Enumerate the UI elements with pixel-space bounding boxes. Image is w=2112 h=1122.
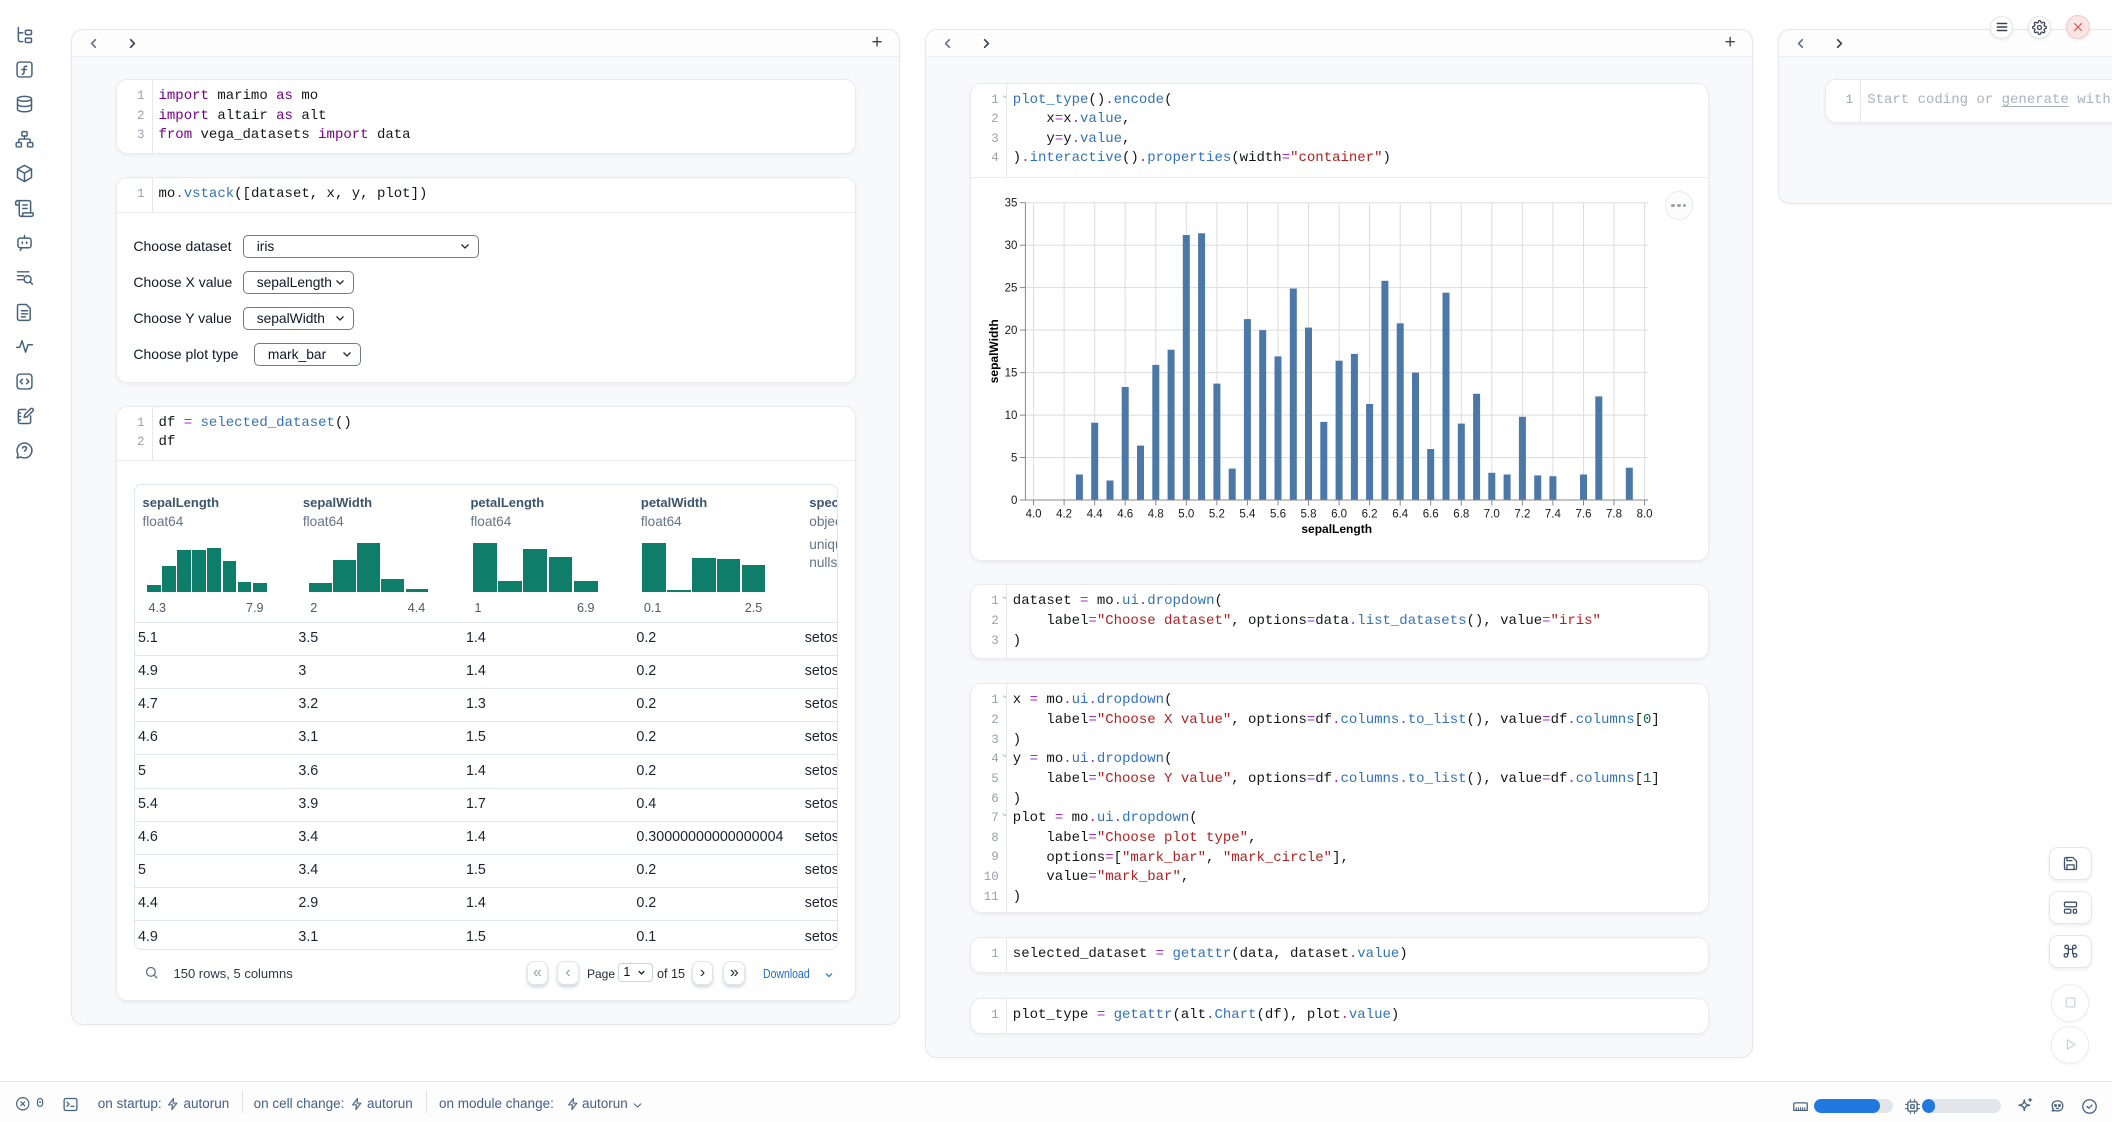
svg-text:4.8: 4.8 — [1148, 509, 1164, 521]
svg-text:7.8: 7.8 — [1606, 509, 1622, 521]
svg-text:sepalLength: sepalLength — [1301, 522, 1372, 536]
svg-text:5: 5 — [1011, 453, 1017, 465]
svg-text:4.6: 4.6 — [1117, 509, 1133, 521]
svg-text:25: 25 — [1005, 283, 1018, 295]
svg-text:7.4: 7.4 — [1545, 509, 1562, 521]
svg-text:5.6: 5.6 — [1270, 509, 1286, 521]
svg-text:15: 15 — [1005, 368, 1018, 380]
svg-text:6.8: 6.8 — [1453, 509, 1469, 521]
svg-text:5.0: 5.0 — [1178, 509, 1194, 521]
svg-text:6.2: 6.2 — [1362, 509, 1378, 521]
svg-text:6.0: 6.0 — [1331, 509, 1347, 521]
svg-text:30: 30 — [1005, 240, 1018, 252]
svg-text:5.4: 5.4 — [1239, 509, 1256, 521]
svg-text:7.2: 7.2 — [1514, 509, 1530, 521]
svg-text:0: 0 — [1011, 495, 1017, 507]
svg-text:6.6: 6.6 — [1423, 509, 1439, 521]
svg-text:sepalWidth: sepalWidth — [987, 319, 1001, 383]
svg-text:4.4: 4.4 — [1087, 509, 1104, 521]
svg-text:6.4: 6.4 — [1392, 509, 1409, 521]
svg-text:7.6: 7.6 — [1576, 509, 1592, 521]
svg-text:20: 20 — [1005, 325, 1018, 337]
svg-text:7.0: 7.0 — [1484, 509, 1500, 521]
svg-text:35: 35 — [1005, 198, 1018, 210]
svg-text:4.2: 4.2 — [1056, 509, 1072, 521]
svg-text:4.0: 4.0 — [1026, 509, 1042, 521]
svg-text:8.0: 8.0 — [1637, 509, 1653, 521]
svg-text:10: 10 — [1005, 410, 1018, 422]
svg-text:5.2: 5.2 — [1209, 509, 1225, 521]
svg-text:5.8: 5.8 — [1301, 509, 1317, 521]
